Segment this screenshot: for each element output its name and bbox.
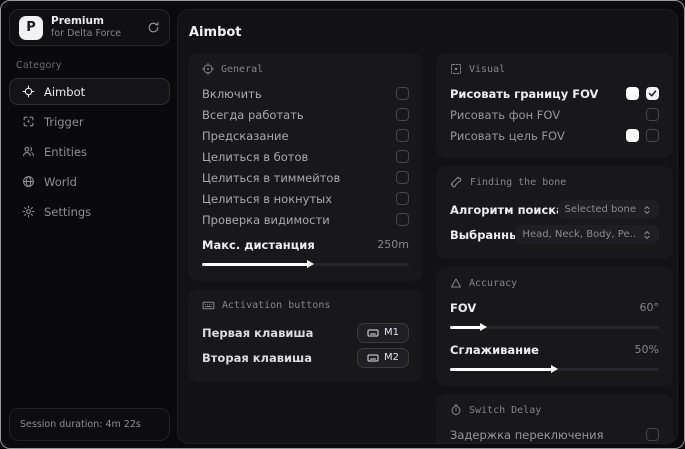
max-distance-slider[interactable] — [202, 258, 409, 269]
setting-row-enable: Включить — [202, 83, 409, 104]
accuracy-panel: Accuracy FOV 60° Сглаживание 50% — [436, 267, 673, 386]
sidebar-item-aimbot[interactable]: Aimbot — [9, 78, 170, 105]
sidebar-item-label: Aimbot — [44, 84, 86, 99]
aim-crosshair-icon — [22, 85, 35, 98]
target-icon — [202, 63, 214, 75]
setting-row-visibility-check: Проверка видимости — [202, 209, 409, 230]
visibility-check-checkbox[interactable] — [396, 213, 409, 226]
keyboard-icon — [202, 299, 215, 312]
fov-target-color-swatch[interactable] — [626, 129, 639, 142]
sidebar-item-label: Settings — [44, 204, 92, 219]
fov-slider[interactable] — [450, 321, 659, 332]
first-key-button[interactable]: M1 — [357, 322, 409, 343]
sidebar-item-world[interactable]: World — [9, 168, 170, 195]
sidebar-item-label: Entities — [44, 144, 88, 159]
session-duration-label: Session duration: 4m 22s — [20, 419, 141, 430]
draw-fov-target-checkbox[interactable] — [646, 129, 659, 142]
smoothing-row: Сглаживание 50% — [450, 342, 659, 357]
panel-title: Activation buttons — [222, 300, 331, 311]
first-key-row: Первая клавиша M1 — [202, 320, 409, 345]
brand-title: Premium — [51, 15, 104, 27]
setting-row-prediction: Предсказание — [202, 125, 409, 146]
target-teammates-checkbox[interactable] — [396, 171, 409, 184]
chevron-up-down-icon — [642, 205, 652, 215]
sidebar-item-settings[interactable]: Settings — [9, 198, 170, 225]
prediction-checkbox[interactable] — [396, 129, 409, 142]
switch-delay-checkbox[interactable] — [646, 428, 659, 441]
selected-bones-select[interactable]: Head, Neck, Body, Pe.. — [515, 225, 659, 244]
fov-border-color-swatch[interactable] — [626, 87, 639, 100]
eye-frame-icon — [450, 63, 462, 75]
draw-fov-target-row: Рисовать цель FOV — [450, 125, 659, 146]
setting-row-target-knocked: Целиться в нокнутых — [202, 188, 409, 209]
session-duration-card: Session duration: 4m 22s — [9, 408, 170, 441]
second-key-button[interactable]: M2 — [357, 347, 409, 368]
panel-title: Switch Delay — [469, 404, 542, 416]
target-bots-checkbox[interactable] — [396, 150, 409, 163]
visual-panel: Visual Рисовать границу FOV Рисовать фон… — [436, 53, 673, 158]
max-distance-value: 250m — [377, 238, 409, 251]
draw-fov-border-row: Рисовать границу FOV — [450, 83, 659, 104]
enable-checkbox[interactable] — [396, 87, 409, 100]
max-distance-row: Макс. дистанция 250m — [202, 237, 409, 252]
sidebar-item-entities[interactable]: Entities — [9, 138, 170, 165]
panel-title: General — [221, 63, 264, 75]
bone-algorithm-row: Алгоритм поиска кост Selected bone — [450, 197, 659, 222]
chevron-up-down-icon — [642, 230, 652, 240]
draw-fov-border-checkbox[interactable] — [646, 87, 659, 100]
setting-row-always-work: Всегда работать — [202, 104, 409, 125]
timer-icon — [450, 404, 462, 416]
finding-the-bone-panel: Finding the bone Алгоритм поиска кост Se… — [436, 166, 673, 259]
brand-subtitle: for Delta Force — [51, 28, 122, 40]
general-panel: General Включить Всегда работать Предска… — [188, 53, 423, 281]
keyboard-icon — [367, 327, 379, 339]
panel-title: Accuracy — [469, 277, 518, 289]
trigger-crosshair-icon — [22, 115, 35, 128]
brand-card: P Premium for Delta Force — [9, 9, 170, 46]
triangle-icon — [450, 277, 462, 289]
target-knocked-checkbox[interactable] — [396, 192, 409, 205]
switch-delay-toggle-row: Задержка переключения — [450, 424, 659, 443]
panel-title: Visual — [469, 63, 506, 75]
smoothing-slider[interactable] — [450, 363, 659, 374]
sidebar-item-trigger[interactable]: Trigger — [9, 108, 170, 135]
sidebar: P Premium for Delta Force Category Aimbo… — [9, 9, 170, 441]
panel-title: Finding the bone — [470, 177, 567, 188]
category-label: Category — [16, 60, 62, 71]
draw-fov-background-row: Рисовать фон FOV — [450, 104, 659, 125]
setting-row-target-teammates: Целиться в тиммейтов — [202, 167, 409, 188]
always-work-checkbox[interactable] — [396, 108, 409, 121]
bone-icon — [450, 176, 463, 189]
bone-algorithm-select[interactable]: Selected bone — [557, 200, 659, 219]
smoothing-value: 50% — [634, 343, 659, 356]
fov-value: 60° — [639, 301, 660, 314]
gear-icon — [22, 205, 35, 218]
brand-logo: P — [19, 15, 43, 40]
keyboard-icon — [367, 352, 379, 364]
fov-row: FOV 60° — [450, 300, 660, 315]
entities-icon — [22, 145, 35, 158]
sidebar-item-label: World — [44, 174, 77, 189]
globe-icon — [22, 175, 35, 188]
switch-delay-panel: Switch Delay Задержка переключения Задер… — [436, 394, 673, 443]
page-title: Aimbot — [189, 25, 242, 40]
app-window: P Premium for Delta Force Category Aimbo… — [0, 0, 685, 449]
refresh-icon[interactable] — [147, 21, 160, 34]
sidebar-item-label: Trigger — [44, 114, 84, 129]
draw-fov-background-checkbox[interactable] — [646, 108, 659, 121]
activation-buttons-panel: Activation buttons Первая клавиша M1 Вто… — [188, 289, 423, 382]
main-content: Aimbot General Включить Всегда работать … — [177, 9, 678, 444]
selected-bones-row: Выбранные кос Head, Neck, Body, Pe.. — [450, 222, 659, 247]
second-key-row: Вторая клавиша M2 — [202, 345, 409, 370]
setting-row-target-bots: Целиться в ботов — [202, 146, 409, 167]
